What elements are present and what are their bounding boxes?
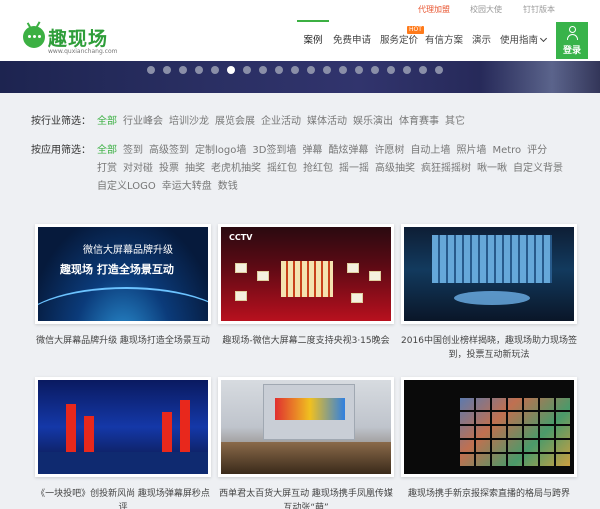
application-filter-option[interactable]: 酷炫弹幕 — [328, 142, 368, 160]
application-filter-option[interactable]: 照片墙 — [456, 142, 486, 160]
carousel-dot[interactable] — [403, 66, 411, 74]
banner-carousel[interactable] — [0, 61, 600, 93]
carousel-dot[interactable] — [323, 66, 331, 74]
application-filter-option[interactable]: 全部 — [97, 142, 117, 160]
carousel-dot[interactable] — [307, 66, 315, 74]
industry-filter-label: 按行业筛选： — [31, 116, 91, 127]
nav-solutions[interactable]: 有信方案 — [425, 20, 463, 61]
industry-filter-option[interactable]: 企业活动 — [261, 113, 301, 131]
case-thumbnail[interactable]: CCTV — [218, 224, 394, 324]
case-title[interactable]: 《一块投吧》创投新风尚 趣现场弹幕屏秒点评 — [35, 487, 211, 509]
user-icon — [567, 26, 578, 40]
agent-join-link[interactable]: 代理加盟 — [418, 4, 450, 15]
application-filter-option[interactable]: 定制logo墙 — [195, 142, 246, 160]
case-thumbnail[interactable]: 微信大屏幕品牌升级 趣现场 打造全场景互动 — [35, 224, 211, 324]
application-filter-option[interactable]: 评分 — [527, 142, 547, 160]
hot-badge: HOT — [407, 26, 424, 34]
dingding-version-link[interactable]: 钉钉版本 — [523, 4, 555, 15]
application-filter-option[interactable]: 自动上墙 — [410, 142, 450, 160]
application-filter-label: 按应用筛选： — [31, 145, 91, 156]
chevron-down-icon — [539, 34, 548, 43]
nav-guide-label: 使用指南 — [500, 35, 539, 46]
application-filter-option[interactable]: 自定义背景 — [513, 160, 563, 178]
industry-filter-option[interactable]: 娱乐演出 — [353, 113, 393, 131]
top-links: 代理加盟 校园大使 钉钉版本 — [0, 4, 600, 18]
carousel-dot[interactable] — [435, 66, 443, 74]
carousel-dot[interactable] — [163, 66, 171, 74]
application-filter-option[interactable]: 啾一啾 — [477, 160, 507, 178]
case-title[interactable]: 趣现场携手新京报探索直播的格局与跨界 — [401, 487, 577, 501]
application-filter-option[interactable]: 数钱 — [218, 178, 238, 196]
carousel-dot[interactable] — [227, 66, 235, 74]
application-filter-option[interactable]: Metro — [492, 142, 521, 160]
application-filter-option[interactable]: 疯狂摇摇树 — [421, 160, 471, 178]
application-filter-option[interactable]: 对对碰 — [123, 160, 153, 178]
application-filter-option[interactable]: 弹幕 — [302, 142, 322, 160]
case-thumbnail[interactable] — [35, 377, 211, 477]
application-filter-option[interactable]: 高级抽奖 — [375, 160, 415, 178]
application-filter-option[interactable]: 抢红包 — [303, 160, 333, 178]
case-title[interactable]: 趣现场-微信大屏幕二度支持央视3·15晚会 — [218, 334, 394, 348]
thumb-headline: 微信大屏幕品牌升级 — [83, 245, 173, 256]
carousel-dot[interactable] — [259, 66, 267, 74]
case-title[interactable]: 2016中国创业榜样揭晓，趣现场助力现场签到，投票互动新玩法 — [401, 334, 577, 362]
carousel-dot[interactable] — [355, 66, 363, 74]
carousel-dot[interactable] — [211, 66, 219, 74]
application-filter-option[interactable]: 幸运大转盘 — [162, 178, 212, 196]
application-filter-option[interactable]: 高级签到 — [149, 142, 189, 160]
industry-filter-option[interactable]: 展览会展 — [215, 113, 255, 131]
application-filter-option[interactable]: 投票 — [159, 160, 179, 178]
industry-filter-option[interactable]: 培训沙龙 — [169, 113, 209, 131]
industry-filter-option[interactable]: 体育赛事 — [399, 113, 439, 131]
nav-cases[interactable]: 案例 — [297, 20, 329, 61]
industry-filter-option[interactable]: 媒体活动 — [307, 113, 347, 131]
industry-filter-option[interactable]: 行业峰会 — [123, 113, 163, 131]
carousel-dot[interactable] — [291, 66, 299, 74]
cctv-logo: CCTV — [229, 233, 253, 242]
carousel-dot[interactable] — [339, 66, 347, 74]
application-filter-option[interactable]: 老虎机抽奖 — [211, 160, 261, 178]
logo-text: 趣现场 — [48, 28, 109, 50]
logo-url: www.quxianchang.com — [48, 48, 118, 55]
site-header: 代理加盟 校园大使 钉钉版本 趣现场 www.quxianchang.com 案… — [0, 0, 600, 61]
carousel-dot[interactable] — [275, 66, 283, 74]
industry-filter-options: 全部 行业峰会 培训沙龙 展览会展 企业活动 媒体活动 娱乐演出 体育赛事 其它 — [97, 113, 577, 131]
carousel-dot[interactable] — [387, 66, 395, 74]
logo-chat-icon — [23, 26, 45, 48]
case-thumbnail[interactable] — [401, 224, 577, 324]
industry-filter-option[interactable]: 其它 — [445, 113, 465, 131]
application-filter-option[interactable]: 抽奖 — [185, 160, 205, 178]
application-filter-option[interactable]: 摇红包 — [267, 160, 297, 178]
carousel-dot[interactable] — [419, 66, 427, 74]
nav-free-apply[interactable]: 免费申请 — [333, 20, 371, 61]
login-button[interactable]: 登录 — [556, 22, 588, 59]
nav-guide[interactable]: 使用指南 — [500, 20, 548, 61]
carousel-dot[interactable] — [195, 66, 203, 74]
case-thumbnail[interactable] — [401, 377, 577, 477]
login-label: 登录 — [562, 46, 581, 56]
application-filter-option[interactable]: 签到 — [123, 142, 143, 160]
application-filter-option[interactable]: 3D签到墙 — [252, 142, 296, 160]
site-logo[interactable]: 趣现场 www.quxianchang.com — [23, 21, 153, 56]
carousel-dot[interactable] — [179, 66, 187, 74]
carousel-dot[interactable] — [147, 66, 155, 74]
application-filter-option[interactable]: 许愿树 — [374, 142, 404, 160]
application-filter-option[interactable]: 打赏 — [97, 160, 117, 178]
campus-ambassador-link[interactable]: 校园大使 — [470, 4, 502, 15]
application-filter-option[interactable]: 摇一摇 — [339, 160, 369, 178]
industry-filter-option[interactable]: 全部 — [97, 113, 117, 131]
case-title[interactable]: 西单君太百货大屏互动 趣现场携手凤凰传媒互动张“萌” — [218, 487, 394, 509]
carousel-dot[interactable] — [371, 66, 379, 74]
thumb-subheadline: 趣现场 打造全场景互动 — [60, 263, 174, 276]
carousel-dot[interactable] — [243, 66, 251, 74]
case-thumbnail[interactable] — [218, 377, 394, 477]
application-filter-options: 全部 签到 高级签到 定制logo墙 3D签到墙 弹幕 酷炫弹幕 许愿树 自动上墙 照片墙 Metr… — [97, 142, 577, 196]
nav-demo[interactable]: 演示 — [472, 20, 491, 61]
case-title[interactable]: 微信大屏幕品牌升级 趣现场打造全场景互动 — [35, 334, 211, 348]
application-filter-option[interactable]: 自定义LOGO — [97, 178, 156, 196]
